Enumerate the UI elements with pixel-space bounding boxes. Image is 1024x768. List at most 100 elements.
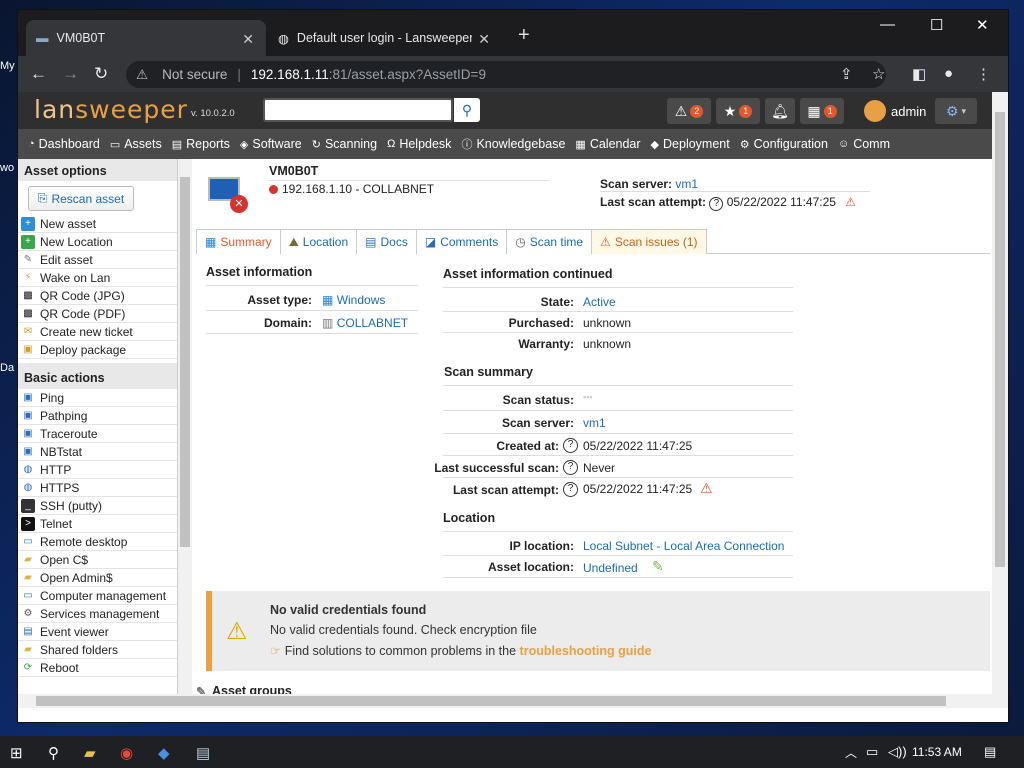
sidebar-item-nbtstat[interactable]: ▣ NBTstat [18,443,177,461]
help-icon[interactable]: ? [563,438,578,453]
new-tab-button[interactable]: + [518,24,530,47]
sidebar-item-open-admin[interactable]: ▰ Open Admin$ [18,569,177,587]
tab-docs[interactable]: ▤ Docs [356,229,417,254]
sidebar-item-telnet[interactable]: > Telnet [18,515,177,533]
close-icon[interactable]: ✕ [242,31,254,48]
menu-community[interactable]: ☺ Comm [838,137,890,151]
sidebar-item-reboot[interactable]: ⟳ Reboot [18,659,177,677]
back-icon[interactable]: ← [30,64,47,84]
clock[interactable]: 11:53 AM [912,745,962,759]
sidebar-item-new-asset[interactable]: + New asset [18,215,177,233]
chrome-icon[interactable]: ◉ [120,744,133,762]
windows-start-icon[interactable]: ⊞ [10,744,23,762]
asset-location-value[interactable]: Undefined [583,561,638,575]
network-icon: ▣ [23,391,33,403]
menu-helpdesk[interactable]: Ω Helpdesk [387,137,451,151]
favorites-button[interactable]: ★ 1 [716,98,760,124]
share-icon[interactable]: ⇪ [840,65,853,83]
menu-scanning[interactable]: ↻ Scanning [312,137,377,151]
scrollbar-thumb[interactable] [36,696,946,706]
tab-location[interactable]: ⛰ Location [279,229,358,254]
state-value[interactable]: Active [583,295,616,309]
tab-scan-time[interactable]: ◷ Scan time [506,229,593,254]
sidebar-item-computer-management[interactable]: ▭ Computer management [18,587,177,605]
sidebar-item-open-c[interactable]: ▰ Open C$ [18,551,177,569]
search-icon[interactable]: ⚲ [48,744,59,762]
omnibox[interactable]: ⚠ Not secure | 192.168.1.11 :81/asset.as… [126,61,886,88]
sidebar-item-event-viewer[interactable]: ▤ Event viewer [18,623,177,641]
notifications-icon[interactable]: ▤ [984,744,996,760]
sidebar-icon[interactable]: ◧ [912,65,926,83]
sidebar-item-new-location[interactable]: + New Location [18,233,177,251]
menu-assets[interactable]: ▭ Assets [110,137,162,151]
page-scrollbar[interactable] [992,92,1008,694]
user-menu[interactable]: admin [864,98,926,124]
alerts-button[interactable]: ⚠ 2 [667,98,711,124]
tab-summary[interactable]: ▦ Summary [196,229,281,254]
volume-icon[interactable]: ◁)) [888,744,907,760]
tab-asset[interactable]: ▬ VM0B0T ✕ [26,20,266,56]
network-icon[interactable]: ▭ [866,744,878,760]
scan-summary-heading: Scan summary [444,365,533,379]
scan-server-value[interactable]: vm1 [583,416,606,430]
sidebar-item-create-ticket[interactable]: ✉ Create new ticket [18,323,177,341]
lansweeper-logo[interactable]: lansweeper [34,95,188,124]
domain-value[interactable]: ▥ COLLABNET [322,316,408,330]
menu-icon[interactable]: ⋮ [976,65,991,83]
search-input[interactable] [263,98,453,122]
pin-icon[interactable]: ✎ [652,558,664,575]
scrollbar-thumb[interactable] [995,112,1005,567]
sidebar-item-qr-jpg[interactable]: ▩ QR Code (JPG) [18,287,177,305]
sidebar-item-services-management[interactable]: ⚙ Services management [18,605,177,623]
app-icon[interactable]: ◆ [158,744,170,762]
rescan-button[interactable]: ⎘ Rescan asset [28,186,134,211]
menu-dashboard[interactable]: ◔ Dashboard [28,137,100,151]
horizontal-scrollbar[interactable] [18,694,1008,708]
maximize-icon[interactable]: ☐ [930,16,943,34]
sidebar-item-traceroute[interactable]: ▣ Traceroute [18,425,177,443]
calendar-button[interactable]: ▦ 1 [800,98,844,124]
notifications-button[interactable]: 🔔︎ [765,98,795,124]
file-explorer-icon[interactable]: ▰ [84,744,96,762]
sidebar-item-ssh[interactable]: _ SSH (putty) [18,497,177,515]
star-icon[interactable]: ☆ [872,65,885,83]
help-icon[interactable]: ? [563,460,578,475]
tab-scan-issues[interactable]: ⚠ Scan issues (1) [591,229,707,254]
scrollbar-thumb[interactable] [180,177,190,547]
troubleshooting-link[interactable]: troubleshooting guide [520,644,652,658]
profile-icon[interactable]: ● [944,65,953,82]
notepad-icon[interactable]: ▤ [196,744,210,762]
sidebar-item-wake-on-lan[interactable]: ⚡︎ Wake on Lan [18,269,177,287]
sidebar-item-http[interactable]: ◍ HTTP [18,461,177,479]
menu-configuration[interactable]: ⚙ Configuration [740,137,828,151]
minimize-icon[interactable]: — [880,16,895,33]
asset-groups-heading[interactable]: ✎ Asset groups [194,684,990,694]
sidebar-item-ping[interactable]: ▣ Ping [18,389,177,407]
tab-comments[interactable]: ◪ Comments [415,229,508,254]
sidebar-item-pathping[interactable]: ▣ Pathping [18,407,177,425]
sidebar-scrollbar[interactable] [178,159,192,694]
sidebar-item-qr-pdf[interactable]: ▩ QR Code (PDF) [18,305,177,323]
sidebar-item-shared-folders[interactable]: ▰ Shared folders [18,641,177,659]
close-icon[interactable]: ✕ [478,31,490,48]
menu-knowledgebase[interactable]: ⓘ Knowledgebase [461,136,565,152]
ip-location-value[interactable]: Local Subnet - Local Area Connection [583,539,784,553]
search-icon[interactable]: ⚲ [454,98,480,122]
menu-reports[interactable]: ▤ Reports [172,137,230,151]
warranty-label: Warranty: [518,337,574,351]
scan-server-link[interactable]: vm1 [675,177,698,191]
settings-button[interactable]: ⚙ ▾ [935,98,977,124]
sidebar-item-https[interactable]: ◍ HTTPS [18,479,177,497]
menu-calendar[interactable]: ▦ Calendar [575,137,640,151]
menu-software[interactable]: ◈ Software [240,137,302,151]
menu-deployment[interactable]: ◆ Deployment [651,137,730,151]
help-icon[interactable]: ? [563,482,578,497]
close-window-icon[interactable]: ✕ [976,16,989,34]
sidebar-item-deploy-package[interactable]: ▣ Deploy package [18,341,177,359]
reload-icon[interactable]: ↻ [94,64,108,84]
sidebar-item-edit-asset[interactable]: ✎ Edit asset [18,251,177,269]
forward-icon[interactable]: → [62,64,79,84]
tab-login[interactable]: ◍ Default user login - Lansweeper ✕ [268,20,502,56]
chevron-up-icon[interactable]: ︿ [845,744,857,761]
sidebar-item-remote-desktop[interactable]: ▭ Remote desktop [18,533,177,551]
